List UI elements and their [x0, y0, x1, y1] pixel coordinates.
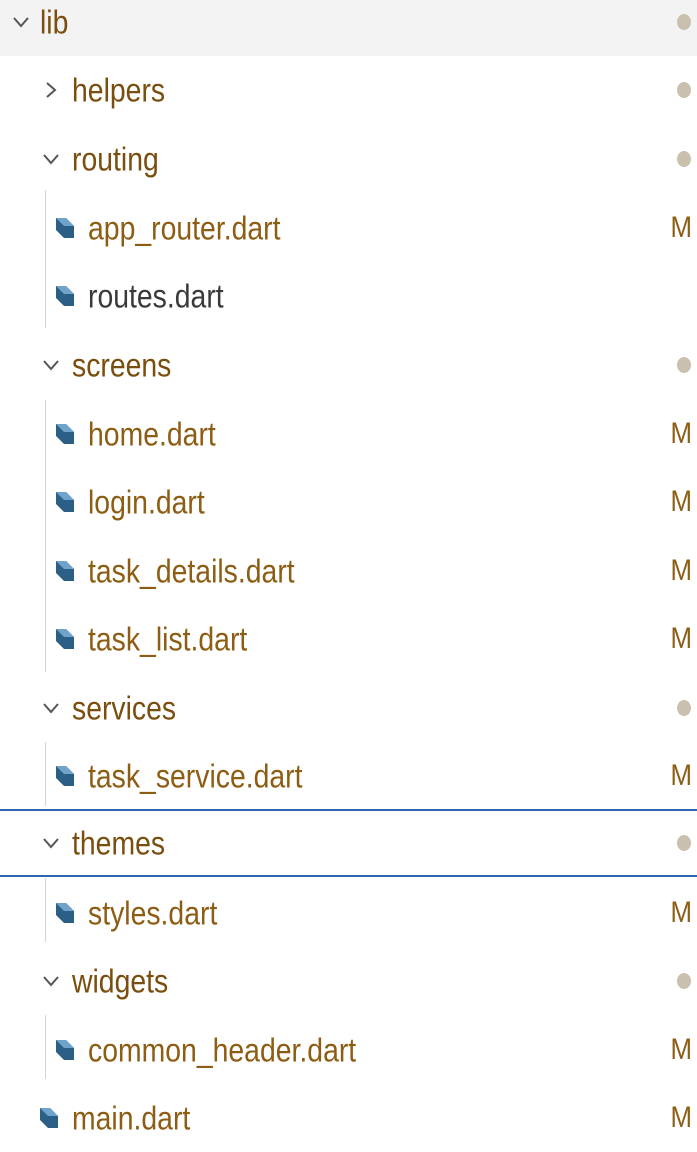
folder-label: lib: [40, 3, 69, 41]
file-label: login.dart: [88, 483, 205, 521]
tree-file-task-service[interactable]: task_service.dart M: [0, 742, 697, 810]
dart-file-icon: [56, 218, 74, 238]
modified-status: M: [670, 417, 693, 450]
chevron-down-icon[interactable]: [40, 148, 62, 170]
file-label: common_header.dart: [88, 1031, 357, 1069]
file-label: main.dart: [72, 1099, 191, 1137]
modified-status: M: [670, 211, 693, 244]
chevron-down-icon[interactable]: [40, 354, 62, 376]
tree-file-routes[interactable]: routes.dart: [0, 262, 697, 330]
file-label: task_list.dart: [88, 620, 248, 658]
tree-folder-helpers[interactable]: helpers: [0, 56, 697, 124]
tree-file-common-header[interactable]: common_header.dart M: [0, 1016, 697, 1084]
modified-status: M: [670, 554, 693, 587]
dart-file-icon: [56, 766, 74, 786]
dart-file-icon: [56, 903, 74, 923]
dart-file-icon: [56, 629, 74, 649]
tree-file-home[interactable]: home.dart M: [0, 400, 697, 468]
tree-file-main[interactable]: main.dart M: [0, 1084, 697, 1152]
modified-status: M: [670, 622, 693, 655]
chevron-down-icon[interactable]: [10, 11, 32, 33]
tree-folder-themes[interactable]: themes: [0, 809, 697, 877]
chevron-down-icon[interactable]: [40, 832, 62, 854]
folder-label: themes: [72, 824, 166, 862]
folder-label: services: [72, 689, 177, 727]
chevron-down-icon[interactable]: [40, 697, 62, 719]
status-dot: [677, 973, 691, 989]
status-dot: [677, 14, 691, 30]
dart-file-icon: [56, 561, 74, 581]
modified-status: M: [670, 896, 693, 929]
status-dot: [677, 835, 691, 851]
status-dot: [677, 151, 691, 167]
file-label: task_details.dart: [88, 552, 295, 590]
modified-status: M: [670, 485, 693, 518]
status-dot: [677, 700, 691, 716]
tree-folder-lib[interactable]: lib: [0, 0, 697, 56]
file-label: task_service.dart: [88, 757, 303, 795]
tree-file-task-list[interactable]: task_list.dart M: [0, 605, 697, 673]
dart-file-icon: [56, 492, 74, 512]
modified-status: M: [670, 1101, 693, 1134]
dart-file-icon: [40, 1108, 58, 1128]
status-dot: [677, 82, 691, 98]
dart-file-icon: [56, 286, 74, 306]
file-label: app_router.dart: [88, 209, 281, 247]
tree-folder-widgets[interactable]: widgets: [0, 947, 697, 1015]
tree-file-app-router[interactable]: app_router.dart M: [0, 194, 697, 262]
dart-file-icon: [56, 1040, 74, 1060]
tree-folder-screens[interactable]: screens: [0, 331, 697, 399]
folder-label: helpers: [72, 71, 166, 109]
chevron-right-icon[interactable]: [40, 79, 62, 101]
status-dot: [677, 357, 691, 373]
tree-folder-routing[interactable]: routing: [0, 125, 697, 193]
modified-status: M: [670, 1033, 693, 1066]
modified-status: M: [670, 759, 693, 792]
file-label: styles.dart: [88, 894, 218, 932]
folder-label: screens: [72, 346, 172, 384]
dart-file-icon: [56, 424, 74, 444]
tree-file-login[interactable]: login.dart M: [0, 468, 697, 536]
file-explorer-tree: lib helpers routing app_router.dart M ro…: [0, 0, 697, 1136]
tree-file-task-details[interactable]: task_details.dart M: [0, 537, 697, 605]
tree-file-styles[interactable]: styles.dart M: [0, 879, 697, 947]
folder-label: widgets: [72, 962, 169, 1000]
tree-folder-services[interactable]: services: [0, 674, 697, 742]
chevron-down-icon[interactable]: [40, 970, 62, 992]
file-label: home.dart: [88, 415, 216, 453]
folder-label: routing: [72, 140, 159, 178]
file-label: routes.dart: [88, 277, 224, 315]
